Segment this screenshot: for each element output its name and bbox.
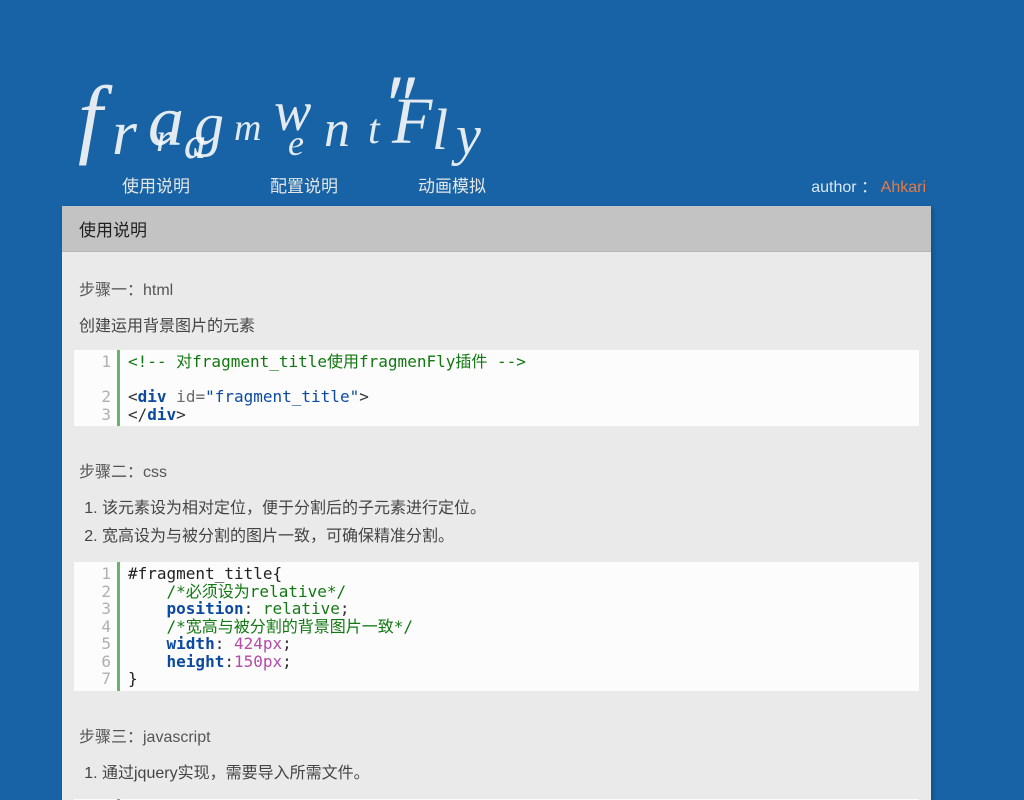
step3-heading: 步骤三：javascript [62, 697, 931, 755]
step3-item: 通过jquery实现，需要导入所需文件。 [102, 757, 914, 785]
nav-link-usage[interactable]: 使用说明 [122, 172, 190, 197]
nav-link-config[interactable]: 配置说明 [270, 172, 338, 197]
author-sep: ： [861, 179, 877, 196]
code-lines: #fragment_title{ /*必须设为relative*/ positi… [120, 562, 919, 691]
nav-link-animation[interactable]: 动画模拟 [418, 172, 486, 197]
step2-heading: 步骤二：css [62, 432, 931, 490]
step1-code: 1 2 3 <!-- 对fragment_title使用fragmenFly插件… [74, 350, 919, 426]
author-label: author [811, 179, 856, 196]
code-gutter: 1 2 3 [74, 350, 120, 426]
step2-item: 宽高设为与被分割的图片一致，可确保精准分割。 [102, 520, 914, 548]
step1-desc: 创建运用背景图片的元素 [62, 308, 931, 350]
author-name-link[interactable]: Ahkari [881, 179, 926, 196]
header-area: f r a r a g m w e n t ＂ F l y [0, 0, 1024, 154]
section-body: 步骤一：html 创建运用背景图片的元素 1 2 3 <!-- 对fragmen… [62, 252, 931, 800]
step2-list: 该元素设为相对定位，便于分割后的子元素进行定位。 宽高设为与被分割的图片一致，可… [102, 492, 914, 548]
step3-list: 通过jquery实现，需要导入所需文件。 [102, 757, 914, 785]
step2-item: 该元素设为相对定位，便于分割后的子元素进行定位。 [102, 492, 914, 520]
code-gutter: 1 2 3 4 5 6 7 [74, 562, 120, 691]
step2-code: 1 2 3 4 5 6 7 #fragment_title{ /*必须设为rel… [74, 562, 919, 691]
author-block: author ： Ahkari [811, 173, 926, 197]
step1-heading: 步骤一：html [62, 268, 931, 308]
nav-bar: 使用说明 配置说明 动画模拟 author ： Ahkari [62, 161, 1024, 208]
page-title-logo: f r a r a g m w e n t ＂ F l y [60, 40, 484, 160]
code-lines: <!-- 对fragment_title使用fragmenFly插件 --> <… [120, 350, 919, 426]
section-header: 使用说明 [62, 206, 931, 252]
content-panel: 使用说明 步骤一：html 创建运用背景图片的元素 1 2 3 <!-- 对fr… [62, 206, 931, 800]
nav-links: 使用说明 配置说明 动画模拟 [122, 172, 486, 197]
